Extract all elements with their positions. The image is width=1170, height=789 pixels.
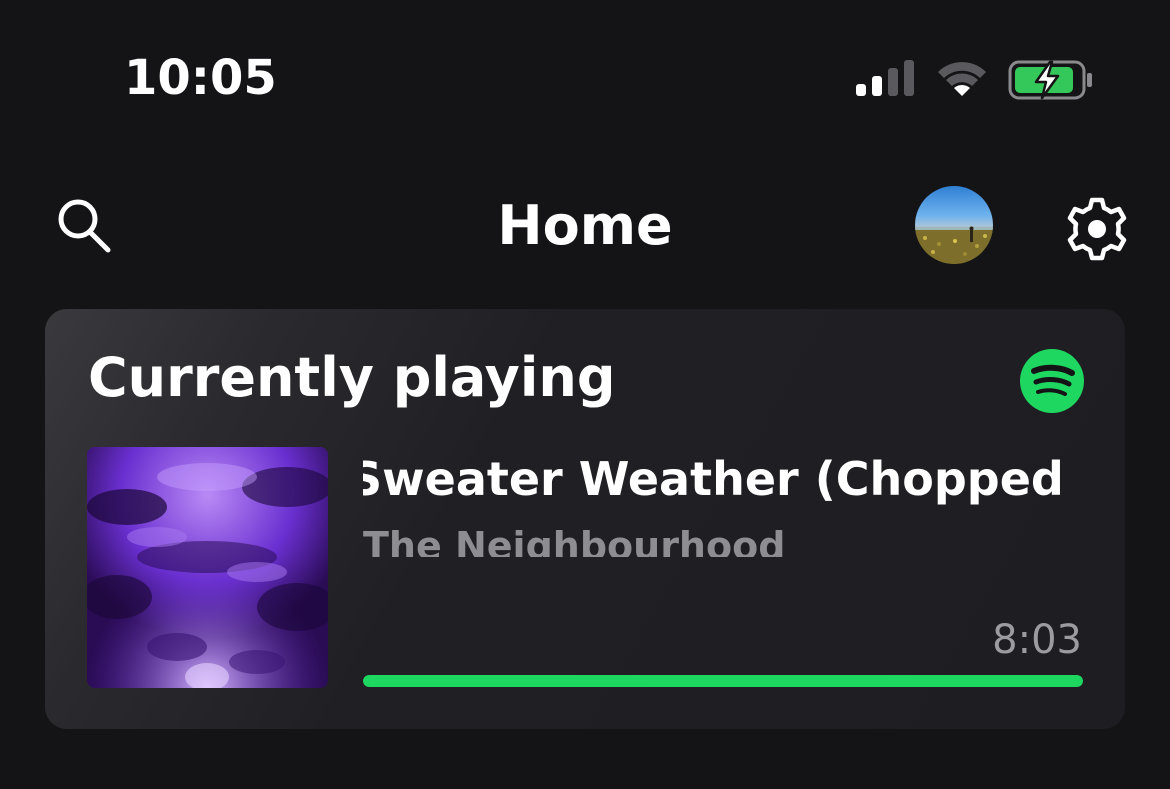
track-duration: 8:03 (992, 617, 1082, 663)
progress-bar[interactable] (363, 675, 1083, 687)
wifi-icon (938, 62, 986, 96)
avatar[interactable] (915, 186, 993, 264)
home-screen: 10:05 Home Currently playing Sweater Wea… (0, 0, 1170, 789)
progress-fill (363, 675, 1083, 687)
avatar-image (915, 226, 993, 264)
album-art-image (87, 447, 328, 688)
spotify-icon (1020, 349, 1084, 413)
cellular-signal-icon (856, 60, 914, 96)
battery-charging-icon (1008, 60, 1092, 100)
track-artist: The Neighbourhood (363, 524, 786, 557)
page-title: Home (497, 194, 673, 257)
status-time: 10:05 (124, 50, 277, 106)
section-title: Currently playing (88, 346, 616, 409)
track-info: Sweater Weather (Chopped Not Slopped) Th… (363, 447, 1083, 557)
album-art[interactable] (87, 447, 328, 688)
track-title: Sweater Weather (Chopped Not Slopped) (363, 452, 1083, 506)
now-playing-card[interactable]: Currently playing Sweater Weather (Chopp… (45, 309, 1125, 729)
gear-icon[interactable] (1064, 196, 1130, 262)
